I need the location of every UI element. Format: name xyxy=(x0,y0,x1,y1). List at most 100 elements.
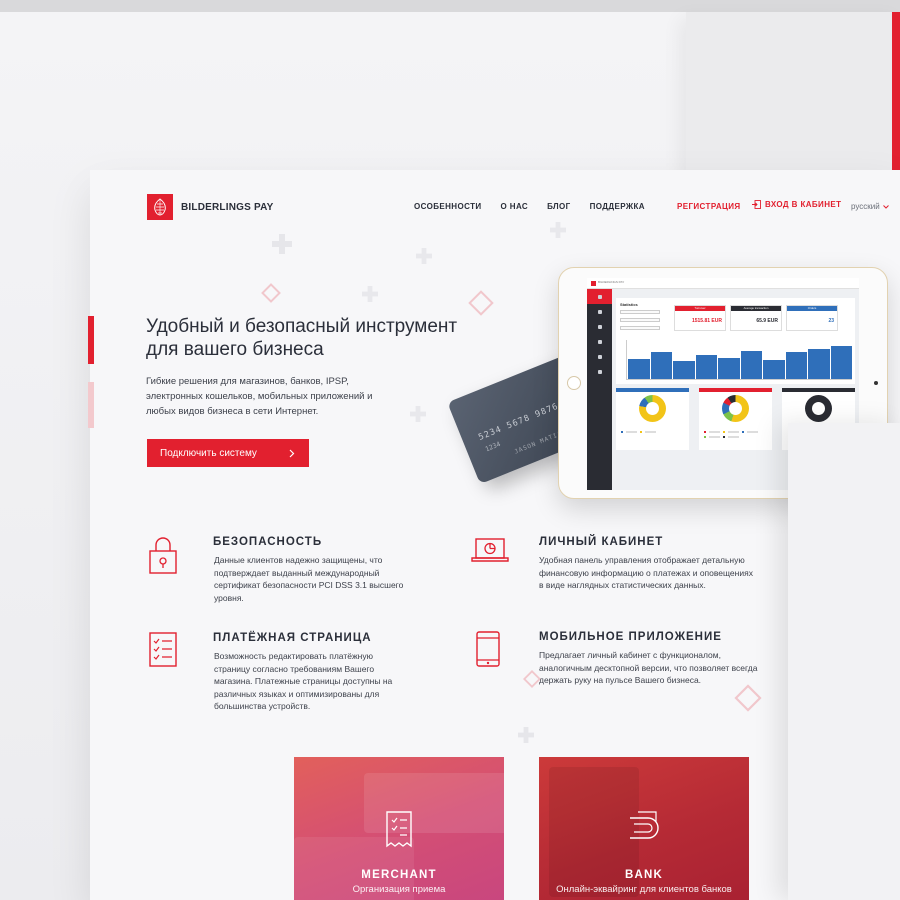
feature-text-security: Данные клиентов надежно защищены, что по… xyxy=(214,555,404,603)
tablet-icon xyxy=(476,631,500,667)
connect-system-button[interactable]: Подключить систему xyxy=(147,439,309,467)
plus-decoration xyxy=(518,727,534,743)
side-accent xyxy=(88,382,94,428)
kpi-value: 23 xyxy=(828,318,834,324)
cta-label: Подключить систему xyxy=(160,447,257,459)
feature-text-payment-page: Возможность редактировать платёжную стра… xyxy=(214,651,393,711)
feature-title-security: БЕЗОПАСНОСТЬ xyxy=(213,536,323,548)
checklist-icon xyxy=(149,632,177,667)
filter-field xyxy=(620,317,660,322)
kpi-label: Orders xyxy=(787,306,837,311)
chart-bar xyxy=(830,345,852,379)
sidebar-item xyxy=(587,304,612,319)
plus-decoration xyxy=(410,406,426,422)
register-link[interactable]: РЕГИСТРАЦИЯ xyxy=(677,202,741,211)
top-strip xyxy=(0,0,900,12)
statistics-panel: Statistics Turnover 1515.81 EUR Average … xyxy=(616,298,855,384)
nav-item-blog[interactable]: БЛОГ xyxy=(547,202,571,211)
login-link[interactable]: ВХОД В КАБИНЕТ xyxy=(752,200,841,209)
brand-name: BILDERLINGS PAY xyxy=(181,201,274,213)
login-icon xyxy=(752,200,761,209)
chart-bar xyxy=(628,358,650,379)
donut-header xyxy=(782,388,855,392)
chart-bar xyxy=(808,348,830,379)
chart-bar xyxy=(650,351,672,379)
chart-bar xyxy=(785,351,807,379)
donut-chart xyxy=(639,395,666,422)
camera-icon xyxy=(874,381,878,385)
laptop-chart-icon xyxy=(471,538,509,562)
side-accent xyxy=(88,316,94,364)
dashboard-topbar: BILDERLINGS PAY xyxy=(587,278,859,289)
plus-decoration xyxy=(362,286,378,302)
nav-item-about[interactable]: О НАС xyxy=(501,202,529,211)
plus-decoration xyxy=(550,222,566,238)
diamond-decoration xyxy=(734,684,762,712)
donut-legend xyxy=(704,435,770,438)
donut-chart xyxy=(805,395,832,422)
chart-bar xyxy=(763,360,785,379)
plus-decoration xyxy=(272,234,292,254)
donut-legend xyxy=(704,430,770,433)
card-swipe-icon xyxy=(630,811,659,839)
kpi-turnover: Turnover 1515.81 EUR xyxy=(674,305,726,331)
chart-bar xyxy=(695,354,717,379)
bank-title: BANK xyxy=(624,869,664,881)
filter-field xyxy=(620,325,660,330)
turnover-bar-chart xyxy=(626,340,852,380)
sidebar-item xyxy=(587,334,612,349)
diamond-decoration xyxy=(261,283,281,303)
feature-title-mobile-app: МОБИЛЬНОЕ ПРИЛОЖЕНИЕ xyxy=(539,631,722,643)
feature-text-mobile-app: Предлагает личный кабинет с функционалом… xyxy=(539,650,758,685)
language-select[interactable]: русский xyxy=(851,202,889,211)
lock-icon xyxy=(149,537,177,574)
merchant-title: MERCHANT xyxy=(361,869,437,881)
hero-title: Удобный и безопасный инструмент для ваше… xyxy=(146,316,458,360)
donut-header xyxy=(616,388,689,392)
dashboard-sidebar xyxy=(587,289,612,490)
overlapping-sheet xyxy=(788,423,900,900)
feature-title-dashboard: ЛИЧНЫЙ КАБИНЕТ xyxy=(539,536,664,548)
card-code: 1234 xyxy=(484,440,502,454)
donut-panel xyxy=(699,388,772,450)
chevron-right-icon xyxy=(289,449,295,457)
dashboard-logo-icon xyxy=(591,281,596,286)
login-label: ВХОД В КАБИНЕТ xyxy=(765,200,842,209)
chart-bar xyxy=(718,357,740,379)
donut-panel xyxy=(616,388,689,450)
sidebar-item xyxy=(587,364,612,379)
background-accent xyxy=(892,12,900,172)
landing-page: BILDERLINGS PAY ОСОБЕННОСТИ О НАС БЛОГ П… xyxy=(90,170,900,900)
kpi-label: Turnover xyxy=(675,306,725,311)
filter-field xyxy=(620,309,660,314)
chevron-down-icon xyxy=(882,204,889,209)
nav-item-support[interactable]: ПОДДЕРЖКА xyxy=(590,202,645,211)
receipt-icon xyxy=(386,811,412,848)
plus-decoration xyxy=(416,248,432,264)
kpi-value: 65.9 EUR xyxy=(756,318,778,324)
donut-legend xyxy=(621,430,687,433)
language-value: русский xyxy=(851,202,880,211)
pinecone-logo-icon xyxy=(147,194,173,220)
bank-text: Онлайн-эквайринг для клиентов банков xyxy=(556,884,732,895)
diamond-decoration xyxy=(468,290,494,316)
bank-tile[interactable]: BANK Онлайн-эквайринг для клиентов банко… xyxy=(539,757,749,900)
feature-title-payment-page: ПЛАТЁЖНАЯ СТРАНИЦА xyxy=(213,632,372,644)
chart-bar xyxy=(740,350,762,379)
main-nav: ОСОБЕННОСТИ О НАС БЛОГ ПОДДЕРЖКА xyxy=(414,202,645,211)
sidebar-item xyxy=(587,289,612,304)
kpi-average: Average transaction 65.9 EUR xyxy=(730,305,782,331)
kpi-orders: Orders 23 xyxy=(786,305,838,331)
brand-logo[interactable]: BILDERLINGS PAY xyxy=(147,194,273,220)
sidebar-item xyxy=(587,349,612,364)
chart-bar xyxy=(673,361,695,379)
sidebar-item xyxy=(587,319,612,334)
dashboard-brand: BILDERLINGS PAY xyxy=(598,280,625,284)
donut-chart xyxy=(722,395,749,422)
home-button-icon xyxy=(567,376,581,390)
nav-item-features[interactable]: ОСОБЕННОСТИ xyxy=(414,202,482,211)
kpi-value: 1515.81 EUR xyxy=(691,318,722,324)
hero-description: Гибкие решения для магазинов, банков, IP… xyxy=(146,376,373,417)
merchant-tile[interactable]: MERCHANT Организация приема xyxy=(294,757,504,900)
merchant-text: Организация приема xyxy=(352,884,446,895)
